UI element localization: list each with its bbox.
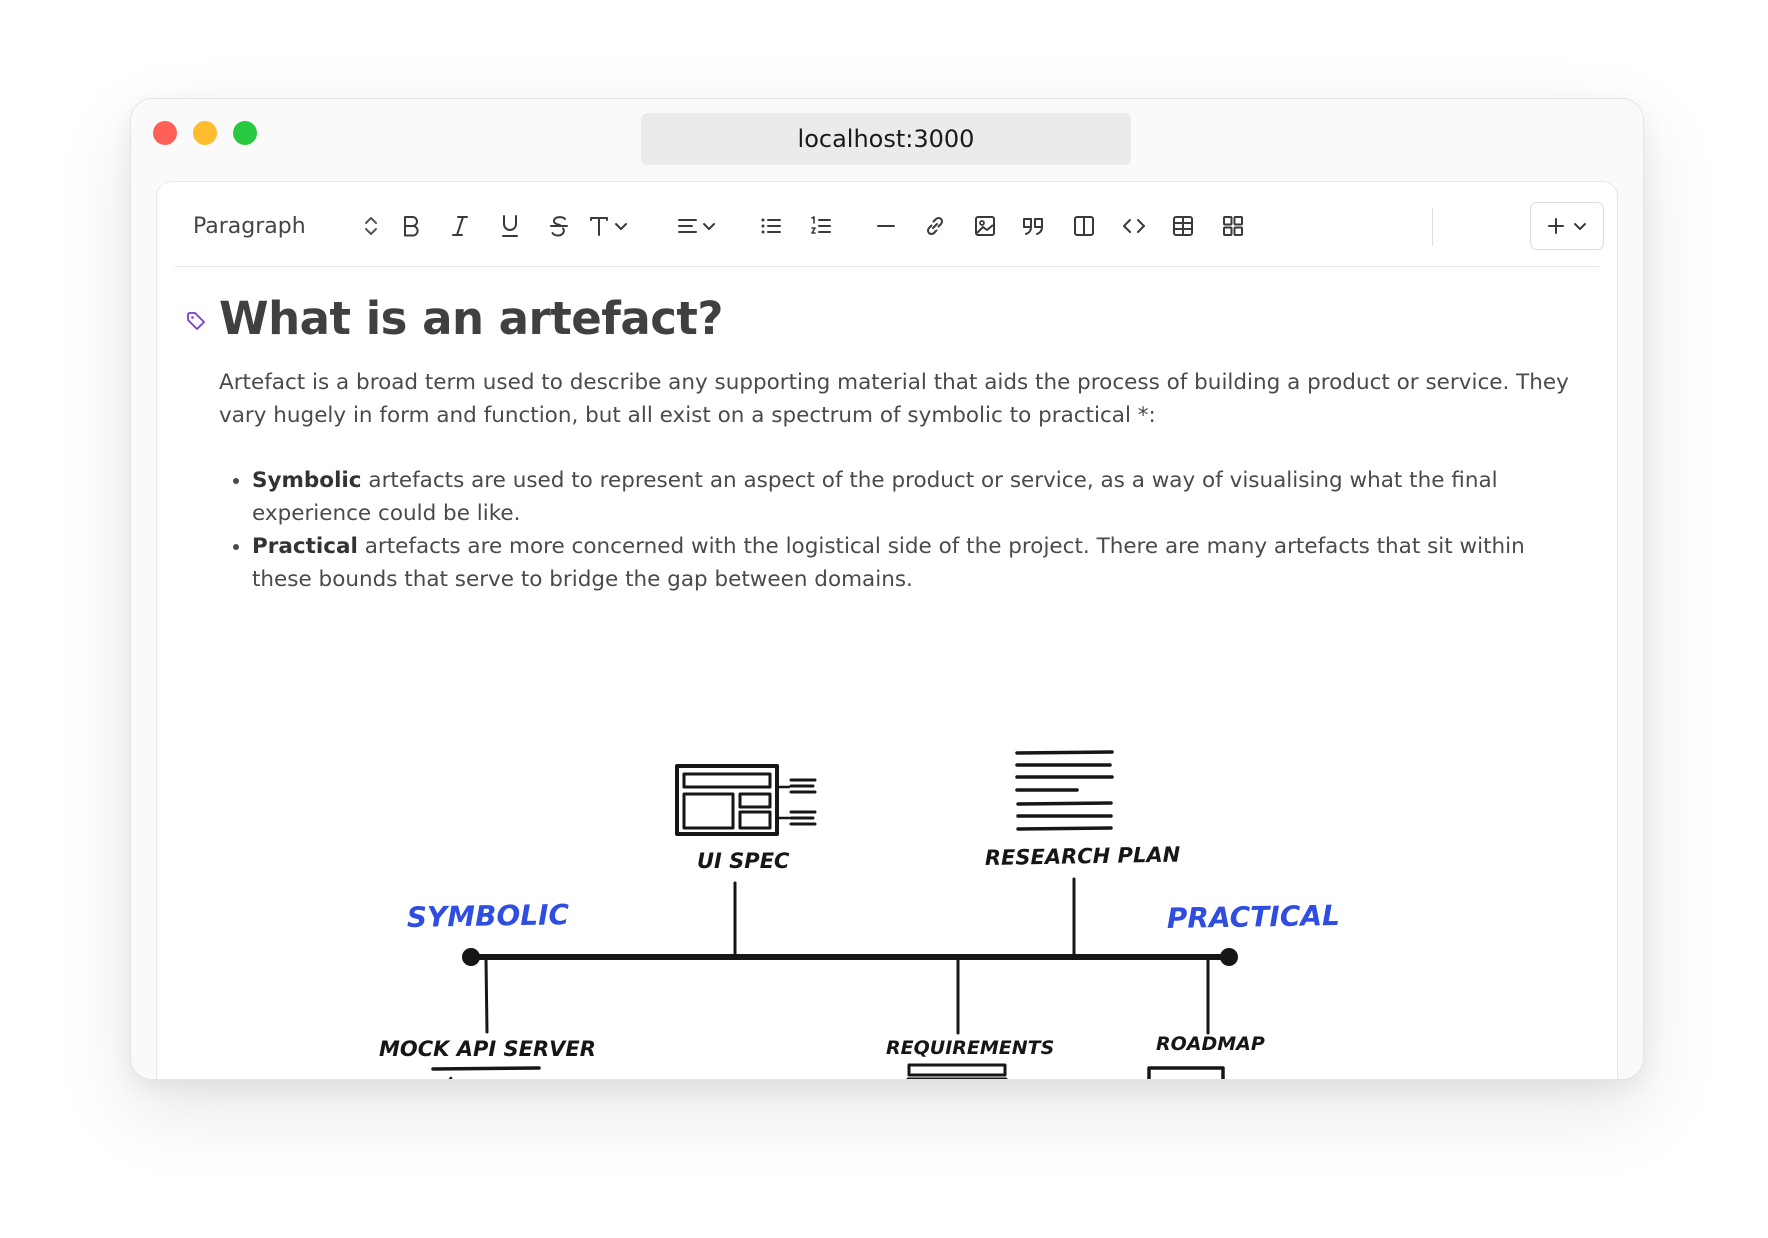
mock-api-sketch-icon [431, 1066, 541, 1079]
symbolic-label: SYMBOLIC [407, 898, 570, 934]
maximize-window-button[interactable] [233, 121, 257, 145]
ui-spec-sketch-icon [675, 764, 817, 836]
address-bar[interactable]: localhost:3000 [641, 113, 1131, 165]
close-window-button[interactable] [153, 121, 177, 145]
ui-spec-label: UI SPEC [697, 849, 790, 873]
window-controls [153, 121, 257, 145]
mock-api-label: MOCK API SERVER [379, 1037, 596, 1061]
editor-panel: Paragraph What is an artefact? Artefact … [156, 181, 1618, 1079]
browser-window: localhost:3000 Paragraph What is an arte… [130, 98, 1644, 1080]
requirements-label: REQUIREMENTS [886, 1037, 1054, 1059]
minimize-window-button[interactable] [193, 121, 217, 145]
requirements-sketch-icon [906, 1063, 1008, 1079]
axis-end-dot [1220, 948, 1238, 966]
roadmap-label: ROADMAP [1156, 1033, 1265, 1055]
practical-label: PRACTICAL [1167, 899, 1341, 935]
axis-start-dot [462, 948, 480, 966]
artefact-spectrum-diagram: SYMBOLIC PRACTICAL UI SPEC RESEARCH PLAN… [379, 750, 1341, 1079]
roadmap-sketch-icon [1147, 1066, 1225, 1079]
research-plan-label: RESEARCH PLAN [985, 843, 1181, 870]
research-plan-sketch-icon [1015, 750, 1114, 831]
